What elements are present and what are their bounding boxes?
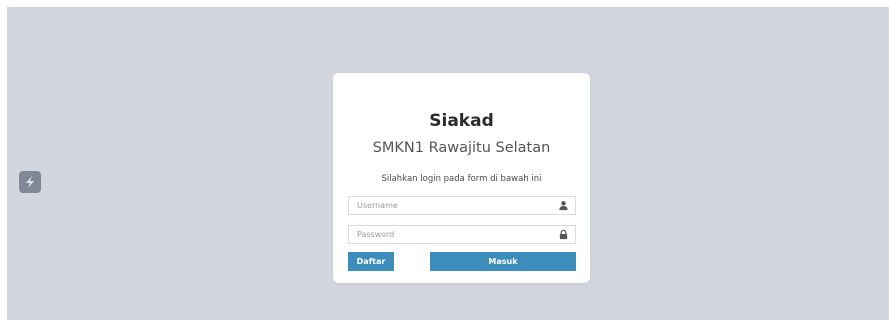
password-field-wrapper xyxy=(348,225,576,244)
login-hint: Silahkan login pada form di bawah ini xyxy=(381,174,542,184)
user-icon xyxy=(559,201,568,211)
username-input[interactable] xyxy=(349,197,557,214)
register-button[interactable]: Daftar xyxy=(348,252,394,271)
lock-icon xyxy=(559,229,568,240)
login-card: Siakad SMKN1 Rawajitu Selatan Silahkan l… xyxy=(333,73,590,283)
lightning-logo-icon xyxy=(26,176,34,188)
floating-widget-button[interactable] xyxy=(19,171,41,193)
page-background: Siakad SMKN1 Rawajitu Selatan Silahkan l… xyxy=(7,7,889,320)
school-name: SMKN1 Rawajitu Selatan xyxy=(372,140,551,156)
login-button[interactable]: Masuk xyxy=(430,252,576,271)
username-field-wrapper xyxy=(348,196,576,215)
app-title: Siakad xyxy=(429,111,494,131)
password-input[interactable] xyxy=(349,226,557,243)
